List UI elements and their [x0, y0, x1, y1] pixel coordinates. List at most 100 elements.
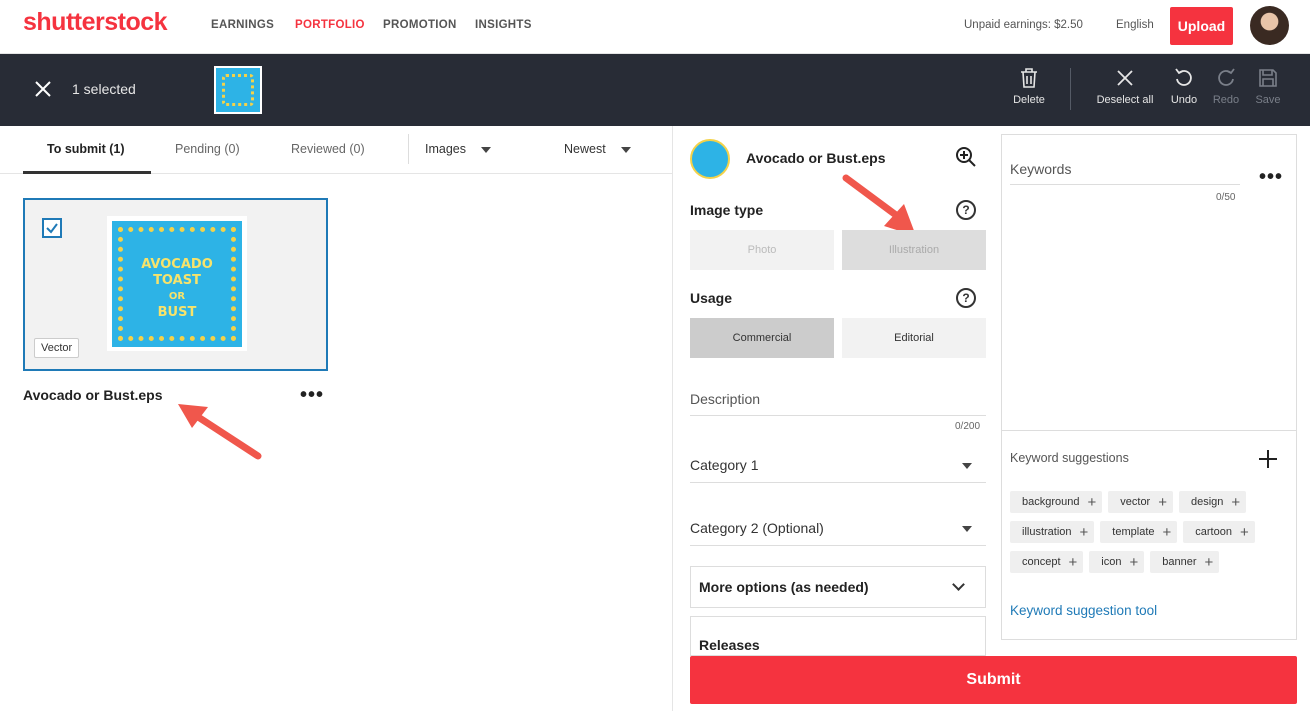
category-2-select[interactable]: Category 2 (Optional): [690, 520, 986, 536]
keyword-chip[interactable]: banner +: [1150, 551, 1220, 573]
delete-label: Delete: [1013, 94, 1045, 106]
redo-icon: [1218, 68, 1235, 86]
asset-thumbnail[interactable]: AVOCADO TOAST OR BUST: [107, 216, 247, 351]
keyword-chip[interactable]: design +: [1179, 491, 1247, 513]
save-icon: [1259, 69, 1277, 87]
shutterstock-logo[interactable]: shutterstock: [23, 8, 168, 37]
detail-filename: Avocado or Bust.eps: [746, 150, 886, 166]
keyword-suggestion-chips: background + vector + design + illustration…: [1010, 491, 1290, 573]
help-icon[interactable]: ?: [956, 288, 976, 308]
description-counter: 0/200: [955, 421, 981, 432]
checkmark-icon: [46, 223, 58, 234]
undo-icon: [1175, 68, 1192, 86]
redo-label: Redo: [1212, 94, 1240, 106]
nav-insights[interactable]: INSIGHTS: [475, 19, 532, 31]
asset-card[interactable]: AVOCADO TOAST OR BUST Vector: [23, 198, 328, 371]
active-tab-indicator: [23, 171, 151, 174]
sort-value: Newest: [564, 142, 606, 156]
caret-down-icon: [962, 526, 972, 532]
nav-promotion[interactable]: PROMOTION: [383, 19, 457, 31]
keyword-chip[interactable]: cartoon +: [1183, 521, 1255, 543]
keywords-underline: [1010, 184, 1240, 185]
usage-editorial[interactable]: Editorial: [842, 318, 986, 358]
image-type-photo[interactable]: Photo: [690, 230, 834, 270]
trash-icon: [1021, 68, 1037, 88]
top-navigation: shutterstock EARNINGS PORTFOLIO PROMOTIO…: [0, 0, 1310, 54]
more-options-label: More options (as needed): [699, 579, 869, 595]
save-label: Save: [1255, 94, 1281, 106]
keywords-divider: [1002, 430, 1296, 431]
more-options-accordion[interactable]: More options (as needed): [690, 566, 986, 608]
plus-icon: +: [1129, 553, 1139, 571]
usage-commercial[interactable]: Commercial: [690, 318, 834, 358]
keywords-menu-icon[interactable]: •••: [1259, 167, 1283, 187]
delete-button[interactable]: Delete: [1004, 68, 1054, 106]
sort-dropdown[interactable]: Newest: [564, 142, 632, 156]
nav-earnings[interactable]: EARNINGS: [211, 19, 274, 31]
media-type-value: Images: [425, 142, 466, 156]
keywords-panel: Keywords 0/50 ••• Keyword suggestions ba…: [1001, 134, 1297, 640]
category-2-underline: [690, 545, 986, 546]
releases-accordion[interactable]: Releases: [690, 616, 986, 656]
caret-down-icon: [621, 146, 632, 153]
nav-portfolio[interactable]: PORTFOLIO: [295, 19, 365, 31]
asset-filename: Avocado or Bust.eps: [23, 387, 163, 403]
keyword-chip[interactable]: background +: [1010, 491, 1103, 513]
toolbar-divider: [1070, 68, 1071, 110]
keyword-chip[interactable]: icon +: [1089, 551, 1145, 573]
tab-pending[interactable]: Pending (0): [175, 142, 240, 156]
submit-button[interactable]: Submit: [690, 656, 1297, 704]
artwork-text: AVOCADO TOAST OR BUST: [141, 257, 213, 320]
deselect-all-button[interactable]: Deselect all: [1092, 68, 1158, 106]
user-avatar-icon[interactable]: [1250, 6, 1289, 45]
undo-label: Undo: [1170, 94, 1198, 106]
media-type-dropdown[interactable]: Images: [425, 142, 492, 156]
keyword-suggestion-tool-link[interactable]: Keyword suggestion tool: [1010, 603, 1157, 618]
keywords-field[interactable]: Keywords: [1010, 161, 1071, 177]
caret-down-icon: [962, 463, 972, 469]
description-field[interactable]: Description: [690, 391, 760, 407]
tab-to-submit[interactable]: To submit (1): [47, 142, 125, 156]
selected-count: 1 selected: [72, 81, 136, 97]
annotation-arrow: [178, 404, 262, 460]
upload-button[interactable]: Upload: [1170, 7, 1233, 45]
image-type-illustration[interactable]: Illustration: [842, 230, 986, 270]
language-selector[interactable]: English: [1116, 19, 1154, 31]
usage-heading: Usage: [690, 290, 733, 306]
add-all-plus-icon[interactable]: [1259, 450, 1277, 468]
plus-icon: +: [1087, 493, 1097, 511]
close-icon: [1117, 70, 1133, 86]
unpaid-earnings: Unpaid earnings: $2.50: [964, 19, 1083, 31]
category-1-label: Category 1: [690, 457, 759, 473]
deselect-all-label: Deselect all: [1096, 94, 1154, 106]
image-type-heading: Image type: [690, 202, 764, 218]
more-options-icon[interactable]: •••: [300, 385, 324, 405]
keyword-chip[interactable]: vector +: [1108, 491, 1173, 513]
description-underline: [690, 415, 986, 416]
tab-reviewed[interactable]: Reviewed (0): [291, 142, 365, 156]
close-icon[interactable]: [34, 80, 52, 98]
keyword-chip[interactable]: template +: [1100, 521, 1178, 543]
plus-icon: +: [1239, 523, 1249, 541]
plus-icon: +: [1068, 553, 1078, 571]
plus-icon: +: [1231, 493, 1241, 511]
plus-icon: +: [1158, 493, 1167, 511]
tabs-divider: [408, 134, 409, 164]
selection-toolbar: 1 selected Delete Deselect all Undo Redo…: [0, 54, 1310, 126]
asset-checkbox[interactable]: [42, 218, 62, 238]
plus-icon: +: [1079, 523, 1089, 541]
zoom-in-icon[interactable]: [955, 146, 977, 168]
detail-thumbnail: [690, 139, 730, 179]
category-1-select[interactable]: Category 1: [690, 457, 986, 473]
avocado-toast-artwork: AVOCADO TOAST OR BUST: [112, 221, 242, 347]
save-button[interactable]: Save: [1243, 68, 1293, 106]
selected-thumbnail: [214, 66, 262, 114]
keyword-chip[interactable]: concept +: [1010, 551, 1084, 573]
status-tabs: To submit (1) Pending (0) Reviewed (0) I…: [0, 126, 672, 174]
keyword-chip[interactable]: illustration +: [1010, 521, 1095, 543]
category-2-label: Category 2 (Optional): [690, 520, 824, 536]
chevron-down-icon: [952, 578, 965, 591]
panel-divider: [672, 126, 673, 711]
caret-down-icon: [481, 146, 492, 153]
help-icon[interactable]: ?: [956, 200, 976, 220]
